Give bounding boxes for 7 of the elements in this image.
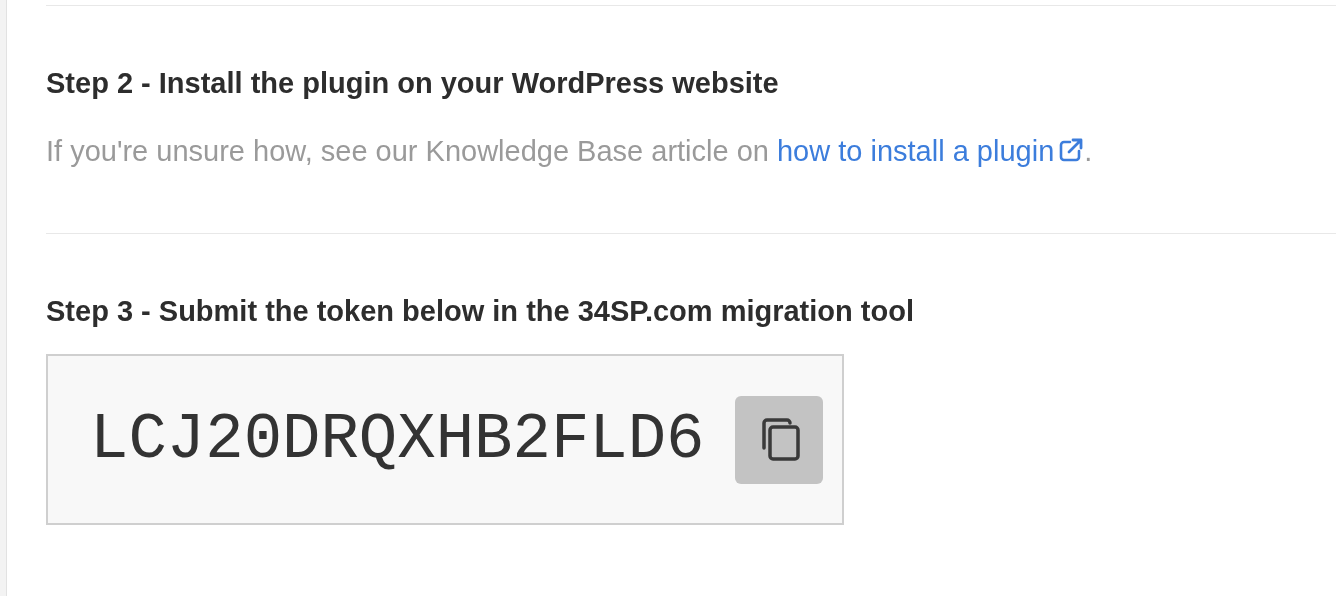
step-heading: Step 3 - Submit the token below in the 34SP.com migration tool bbox=[46, 294, 915, 329]
token-text: LCJ20DRQXHB2FLD6 bbox=[90, 403, 705, 476]
copy-button[interactable] bbox=[734, 395, 823, 484]
external-link-icon bbox=[1058, 137, 1085, 163]
help-text: If you're unsure how, see our Knowledge Base article on how to install a plugin . bbox=[46, 134, 1094, 169]
article-link[interactable]: how to install a plugin bbox=[777, 135, 1085, 167]
step-heading: Step 2 - Install the plugin on your WordPress website bbox=[46, 66, 780, 101]
